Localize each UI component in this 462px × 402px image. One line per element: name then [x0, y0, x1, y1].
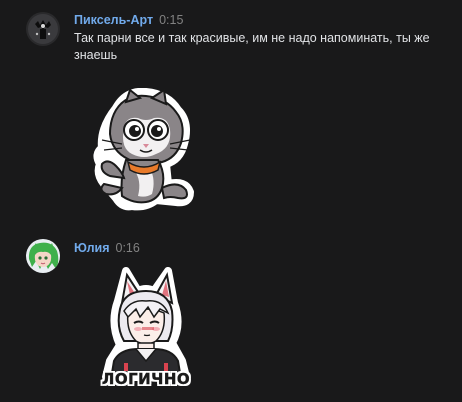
- message-2: Юлия 0:16 ЛОГИЧНО: [0, 225, 462, 401]
- avatar-image: [26, 239, 60, 273]
- avatar[interactable]: [26, 12, 60, 46]
- author-name[interactable]: Пиксель-Арт: [74, 13, 153, 27]
- author-name[interactable]: Юлия: [74, 241, 110, 255]
- avatar[interactable]: [26, 239, 60, 273]
- sticker-caption: ЛОГИЧНО: [101, 370, 191, 388]
- message-time[interactable]: 0:15: [159, 13, 183, 27]
- cat-sticker[interactable]: [86, 87, 198, 216]
- message-text: Так парни все и так красивые, им не надо…: [74, 31, 430, 62]
- message-time[interactable]: 0:16: [116, 241, 140, 255]
- avatar-image: [26, 12, 60, 46]
- fox-eared-boy-sticker[interactable]: ЛОГИЧНО: [96, 265, 196, 397]
- message-1: Пиксель-Арт 0:15 Так парни все и так крас…: [0, 0, 462, 225]
